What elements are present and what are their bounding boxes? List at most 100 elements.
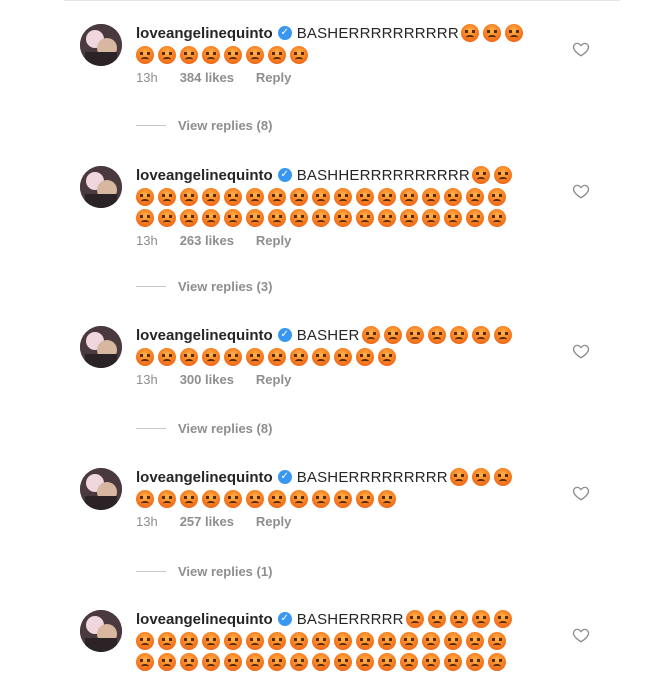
reply-button[interactable]: Reply [256, 70, 291, 85]
avatar[interactable] [80, 326, 122, 368]
angry-face-emoji [444, 632, 462, 650]
avatar[interactable] [80, 610, 122, 652]
comment-time: 13h [136, 514, 158, 529]
angry-face-emoji [400, 188, 418, 206]
comment-meta: 13h 300 likes Reply [136, 372, 536, 387]
angry-face-emoji [334, 632, 352, 650]
comment-body: loveangelinequinto ✓ BASHHERRRRRRRRRR 13… [136, 164, 536, 248]
view-replies-button[interactable]: View replies (8) [136, 118, 272, 133]
angry-face-emoji [504, 24, 523, 42]
angry-face-emoji [405, 610, 424, 628]
angry-face-emoji [180, 46, 198, 64]
like-count[interactable]: 300 likes [180, 372, 234, 387]
angry-face-emoji [180, 490, 198, 508]
heart-outline-icon[interactable] [572, 342, 590, 360]
comment-body: loveangelinequinto ✓ BASHERRRRRRRRR 13h … [136, 466, 536, 529]
comment-username[interactable]: loveangelinequinto [136, 167, 273, 184]
angry-face-emoji [493, 610, 512, 628]
like-count[interactable]: 263 likes [180, 233, 234, 248]
comment-username[interactable]: loveangelinequinto [136, 469, 273, 486]
angry-face-emoji [449, 326, 468, 344]
angry-face-emoji [444, 653, 462, 671]
angry-face-emoji [427, 326, 446, 344]
angry-face-emoji [449, 468, 468, 486]
comment-meta: 13h 263 likes Reply [136, 233, 536, 248]
angry-face-emoji [334, 348, 352, 366]
angry-face-emoji [471, 610, 490, 628]
angry-face-emoji [312, 209, 330, 227]
comment-username[interactable]: loveangelinequinto [136, 327, 273, 344]
emoji-group [460, 24, 527, 42]
comment-username[interactable]: loveangelinequinto [136, 25, 273, 42]
angry-face-emoji [180, 632, 198, 650]
angry-face-emoji [268, 188, 286, 206]
angry-face-emoji [312, 348, 330, 366]
angry-face-emoji [268, 490, 286, 508]
comment-time: 13h [136, 372, 158, 387]
angry-face-emoji [158, 490, 176, 508]
angry-face-emoji [224, 209, 242, 227]
like-count[interactable]: 257 likes [180, 514, 234, 529]
view-replies-label[interactable]: View replies (3) [178, 279, 272, 294]
heart-outline-icon[interactable] [572, 182, 590, 200]
angry-face-emoji [312, 632, 330, 650]
avatar[interactable] [80, 166, 122, 208]
avatar[interactable] [80, 468, 122, 510]
reply-button[interactable]: Reply [256, 514, 291, 529]
view-replies-label[interactable]: View replies (8) [178, 118, 272, 133]
comment-text: BASHER [296, 326, 360, 344]
comment-text: BASHERRRRRRRRR [296, 468, 448, 486]
angry-face-emoji [334, 490, 352, 508]
angry-face-emoji [268, 653, 286, 671]
emoji-group [405, 610, 516, 628]
like-count[interactable]: 384 likes [180, 70, 234, 85]
view-replies-label[interactable]: View replies (1) [178, 564, 272, 579]
comment-meta: 13h 257 likes Reply [136, 514, 536, 529]
heart-outline-icon[interactable] [572, 626, 590, 644]
angry-face-emoji [290, 188, 308, 206]
angry-face-emoji [268, 348, 286, 366]
comment-body: loveangelinequinto ✓ BASHERRRRRRRRRR 13h… [136, 22, 536, 85]
angry-face-emoji [378, 490, 396, 508]
view-replies-button[interactable]: View replies (1) [136, 564, 272, 579]
avatar[interactable] [80, 24, 122, 66]
angry-face-emoji [180, 209, 198, 227]
angry-face-emoji [405, 326, 424, 344]
angry-face-emoji [290, 209, 308, 227]
heart-outline-icon[interactable] [572, 484, 590, 502]
reply-button[interactable]: Reply [256, 372, 291, 387]
emoji-row [136, 632, 536, 650]
emoji-group [361, 326, 516, 344]
verified-badge-icon: ✓ [277, 612, 292, 626]
reply-button[interactable]: Reply [256, 233, 291, 248]
view-replies-label[interactable]: View replies (8) [178, 421, 272, 436]
angry-face-emoji [158, 46, 176, 64]
angry-face-emoji [136, 490, 154, 508]
view-replies-button[interactable]: View replies (8) [136, 421, 272, 436]
angry-face-emoji [202, 490, 220, 508]
angry-face-emoji [488, 209, 506, 227]
verified-badge-icon: ✓ [277, 26, 292, 40]
heart-outline-icon[interactable] [572, 40, 590, 58]
angry-face-emoji [136, 653, 154, 671]
angry-face-emoji [158, 632, 176, 650]
angry-face-emoji [356, 632, 374, 650]
angry-face-emoji [312, 490, 330, 508]
angry-face-emoji [290, 46, 308, 64]
angry-face-emoji [180, 348, 198, 366]
angry-face-emoji [268, 209, 286, 227]
emoji-row [136, 209, 536, 227]
emoji-group [449, 468, 516, 486]
angry-face-emoji [400, 632, 418, 650]
view-replies-button[interactable]: View replies (3) [136, 279, 272, 294]
angry-face-emoji [460, 24, 479, 42]
emoji-row [136, 653, 536, 671]
verified-badge-icon: ✓ [277, 168, 292, 182]
comment-username[interactable]: loveangelinequinto [136, 611, 273, 628]
angry-face-emoji [202, 348, 220, 366]
angry-face-emoji [334, 209, 352, 227]
angry-face-emoji [471, 326, 490, 344]
angry-face-emoji [488, 632, 506, 650]
emoji-row [136, 46, 536, 64]
angry-face-emoji [466, 188, 484, 206]
